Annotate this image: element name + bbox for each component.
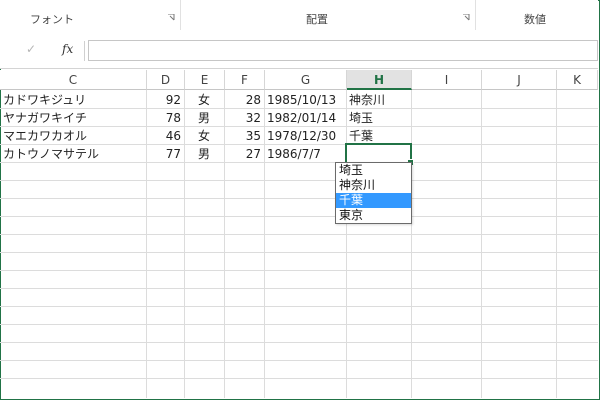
dropdown-option-saitama[interactable]: 埼玉 [336,163,411,178]
column-header-j[interactable]: J [482,70,557,90]
formula-input[interactable] [88,40,598,61]
cell-f4[interactable]: 27 [224,145,264,163]
gridline [0,360,598,361]
active-cell-selection[interactable] [345,143,412,164]
fx-icon[interactable]: fx [62,42,73,56]
cell-e3[interactable]: 女 [184,127,224,145]
column-header-f[interactable]: F [225,70,265,90]
dropdown-option-kanagawa[interactable]: 神奈川 [336,178,411,193]
alignment-dialog-launcher-icon[interactable] [463,14,470,21]
cell-d1[interactable]: 92 [146,91,184,109]
cell-e4[interactable]: 男 [184,145,224,163]
gridline [556,90,557,398]
gridline [0,342,598,343]
cell-h1[interactable]: 神奈川 [346,91,411,109]
validation-dropdown-list[interactable]: 埼玉 神奈川 千葉 東京 [335,162,412,224]
gridline [0,288,598,289]
column-header-d[interactable]: D [147,70,185,90]
cell-f3[interactable]: 35 [224,127,264,145]
gridline [0,216,598,217]
formula-bar: ✓ fx [0,34,598,69]
cell-f2[interactable]: 32 [224,109,264,127]
cell-f1[interactable]: 28 [224,91,264,109]
ribbon-group-alignment-label: 配置 [306,13,328,26]
cell-e1[interactable]: 女 [184,91,224,109]
gridline [0,306,598,307]
cell-d2[interactable]: 78 [146,109,184,127]
dropdown-option-chiba[interactable]: 千葉 [336,193,411,208]
ribbon: フォント 配置 数値 [0,0,598,35]
cell-d3[interactable]: 46 [146,127,184,145]
column-header-h[interactable]: H [347,70,412,90]
gridline [0,252,598,253]
ribbon-separator [180,0,181,30]
spreadsheet-grid: C D E F G H I J K カドワキジュリ 92 女 28 1985/1… [0,70,598,398]
formula-divider [84,41,85,61]
ribbon-group-font-label: フォント [30,13,74,26]
cell-c1[interactable]: カドワキジュリ [0,91,146,109]
gridline [0,270,598,271]
cell-g4[interactable]: 1986/7/7 [264,145,346,163]
ribbon-separator [475,0,476,30]
cell-d4[interactable]: 77 [146,145,184,163]
cell-g2[interactable]: 1982/01/14 [264,109,346,127]
column-header-c[interactable]: C [0,70,147,90]
cell-e2[interactable]: 男 [184,109,224,127]
column-header-e[interactable]: E [185,70,225,90]
gridline [411,90,412,398]
gridline [0,324,598,325]
cell-c2[interactable]: ヤナガワキイチ [0,109,146,127]
font-dialog-launcher-icon[interactable] [168,14,175,21]
cell-g3[interactable]: 1978/12/30 [264,127,346,145]
column-header-i[interactable]: I [412,70,482,90]
column-header-g[interactable]: G [265,70,347,90]
cell-h2[interactable]: 埼玉 [346,109,411,127]
gridline [0,180,598,181]
cell-c3[interactable]: マエカワカオル [0,127,146,145]
gridline [0,234,598,235]
dropdown-option-tokyo[interactable]: 東京 [336,208,411,223]
gridline [0,378,598,379]
check-icon[interactable]: ✓ [26,42,36,56]
cell-g1[interactable]: 1985/10/13 [264,91,346,109]
gridline [481,90,482,398]
gridline [0,198,598,199]
column-header-k[interactable]: K [557,70,598,90]
cell-c4[interactable]: カトウノマサテル [0,145,146,163]
ribbon-group-number-label: 数値 [524,13,546,26]
